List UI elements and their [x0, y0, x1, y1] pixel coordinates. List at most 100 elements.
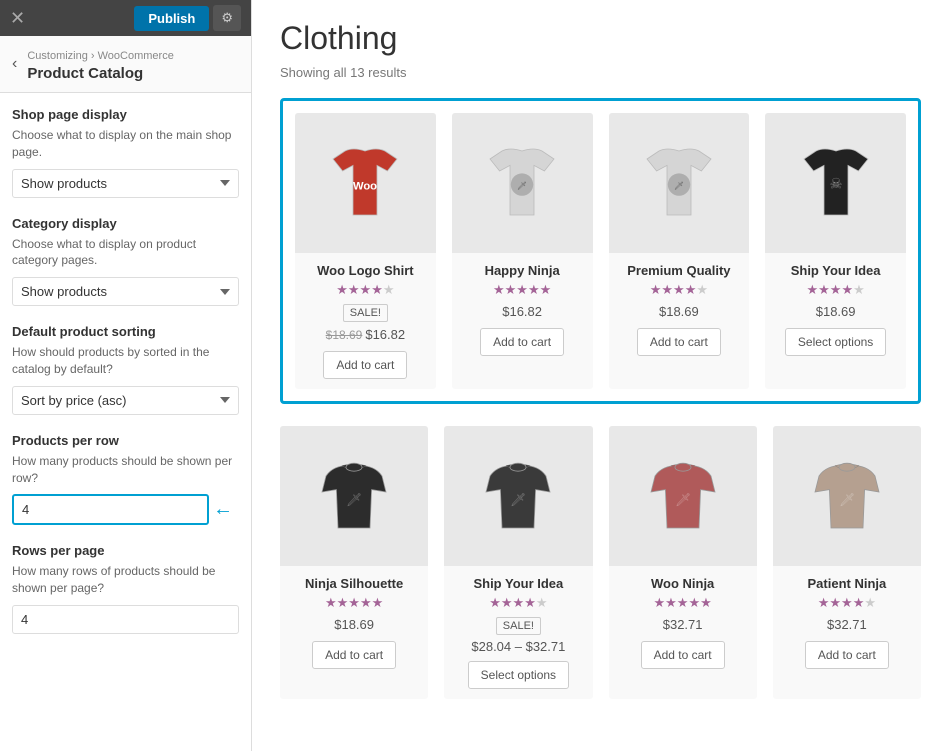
svg-text:🗡: 🗡 — [839, 492, 855, 507]
showing-results-text: Showing all 13 results — [280, 65, 921, 80]
product-image: 🗡 — [452, 113, 593, 253]
default-sorting-section: Default product sorting How should produ… — [12, 324, 239, 415]
product-stars: ★★★★★ — [773, 282, 898, 298]
product-stars: ★★★★★ — [303, 282, 428, 298]
product-name: Ship Your Idea — [452, 576, 584, 591]
category-display-select[interactable]: Show products Show categories Show categ… — [12, 277, 239, 306]
svg-text:🗡: 🗡 — [674, 182, 684, 191]
product-grid-highlight: Woo Woo Logo Shirt ★★★★★ SALE! $18.69$16… — [280, 98, 921, 404]
product-info: Woo Ninja ★★★★★ $32.71 Add to cart — [609, 566, 757, 679]
product-image: 🗡 — [773, 426, 921, 566]
product-name: Premium Quality — [617, 263, 742, 278]
product-card: Woo Woo Logo Shirt ★★★★★ SALE! $18.69$16… — [295, 113, 436, 389]
product-info: Premium Quality ★★★★★ $18.69 Add to cart — [609, 253, 750, 366]
product-price: $18.69$16.82 — [326, 327, 405, 342]
product-price: $18.69 — [659, 304, 699, 319]
product-price: $32.71 — [663, 617, 703, 632]
product-stars: ★★★★★ — [617, 282, 742, 298]
add-to-cart-button[interactable]: Add to cart — [641, 641, 725, 669]
category-display-desc: Choose what to display on product catego… — [12, 236, 239, 270]
product-card: 🗡 Premium Quality ★★★★★ $18.69 Add to ca… — [609, 113, 750, 389]
product-grid-row2: 🗡 Ninja Silhouette ★★★★★ $18.69 Add to c… — [280, 426, 921, 699]
rows-per-page-title: Rows per page — [12, 543, 239, 558]
product-stars: ★★★★★ — [617, 595, 749, 611]
svg-text:Woo: Woo — [353, 180, 377, 192]
products-per-row-input[interactable] — [12, 494, 209, 525]
svg-text:🗡: 🗡 — [346, 492, 362, 507]
product-price-range: $28.04 – $32.71 — [452, 639, 584, 654]
product-price: $18.69 — [334, 617, 374, 632]
default-sorting-desc: How should products by sorted in the cat… — [12, 344, 239, 378]
add-to-cart-button[interactable]: Add to cart — [312, 641, 396, 669]
breadcrumb-parent: Customizing › WooCommerce — [27, 50, 174, 62]
product-info: Patient Ninja ★★★★★ $32.71 Add to cart — [773, 566, 921, 679]
shop-page-display-desc: Choose what to display on the main shop … — [12, 127, 239, 161]
product-info: Ninja Silhouette ★★★★★ $18.69 Add to car… — [280, 566, 428, 679]
add-to-cart-button[interactable]: Add to cart — [637, 328, 721, 356]
add-to-cart-button[interactable]: Select options — [785, 328, 886, 356]
svg-text:🗡: 🗡 — [517, 182, 527, 191]
add-to-cart-button[interactable]: Add to cart — [323, 351, 407, 379]
rows-per-page-desc: How many rows of products should be show… — [12, 563, 239, 597]
product-stars: ★★★★★ — [781, 595, 913, 611]
product-image: ☠ — [765, 113, 906, 253]
product-image: 🗡 — [444, 426, 592, 566]
product-name: Woo Ninja — [617, 576, 749, 591]
main-content: Clothing Showing all 13 results Woo Woo … — [252, 0, 949, 751]
default-sorting-select[interactable]: Default sorting Sort by popularity Sort … — [12, 386, 239, 415]
products-per-row-desc: How many products should be shown per ro… — [12, 453, 239, 487]
product-image: 🗡 — [609, 113, 750, 253]
shop-page-display-title: Shop page display — [12, 107, 239, 122]
product-card: 🗡 Ship Your Idea ★★★★★ SALE! $28.04 – $3… — [444, 426, 592, 699]
svg-text:🗡: 🗡 — [675, 492, 691, 507]
product-image: 🗡 — [609, 426, 757, 566]
product-name: Patient Ninja — [781, 576, 913, 591]
breadcrumb: ‹ Customizing › WooCommerce Product Cata… — [0, 36, 251, 93]
svg-text:☠: ☠ — [829, 177, 842, 193]
category-display-title: Category display — [12, 216, 239, 231]
rows-per-page-section: Rows per page How many rows of products … — [12, 543, 239, 634]
breadcrumb-title: Product Catalog — [27, 65, 174, 82]
product-price-old: $18.69 — [326, 328, 363, 342]
rows-per-page-input[interactable] — [12, 605, 239, 634]
back-arrow-icon[interactable]: ‹ — [12, 55, 17, 73]
default-sorting-title: Default product sorting — [12, 324, 239, 339]
product-name: Ship Your Idea — [773, 263, 898, 278]
sidebar: ✕ Publish ⚙ ‹ Customizing › WooCommerce … — [0, 0, 252, 751]
product-name: Ninja Silhouette — [288, 576, 420, 591]
topbar-actions: Publish ⚙ — [134, 5, 241, 31]
product-card: 🗡 Ninja Silhouette ★★★★★ $18.69 Add to c… — [280, 426, 428, 699]
product-stars: ★★★★★ — [460, 282, 585, 298]
product-price: $32.71 — [827, 617, 867, 632]
shop-page-display-select[interactable]: Show products Show categories Show categ… — [12, 169, 239, 198]
arrow-indicator-icon: ← — [213, 498, 233, 521]
products-per-row-section: Products per row How many products shoul… — [12, 433, 239, 526]
product-info: Woo Logo Shirt ★★★★★ SALE! $18.69$16.82 … — [295, 253, 436, 389]
shop-page-display-section: Shop page display Choose what to display… — [12, 107, 239, 198]
sidebar-content: Shop page display Choose what to display… — [0, 93, 251, 751]
add-to-cart-button[interactable]: Add to cart — [480, 328, 564, 356]
product-name: Happy Ninja — [460, 263, 585, 278]
product-card: 🗡 Happy Ninja ★★★★★ $16.82 Add to cart — [452, 113, 593, 389]
product-image: Woo — [295, 113, 436, 253]
sale-badge: SALE! — [343, 304, 388, 322]
product-info: Ship Your Idea ★★★★★ $18.69 Select optio… — [765, 253, 906, 366]
product-info: Happy Ninja ★★★★★ $16.82 Add to cart — [452, 253, 593, 366]
product-card: ☠ Ship Your Idea ★★★★★ $18.69 Select opt… — [765, 113, 906, 389]
product-price: $18.69 — [816, 304, 856, 319]
publish-button[interactable]: Publish — [134, 6, 209, 31]
gear-button[interactable]: ⚙ — [213, 5, 241, 31]
add-to-cart-button[interactable]: Add to cart — [805, 641, 889, 669]
add-to-cart-button[interactable]: Select options — [468, 661, 569, 689]
product-price: $16.82 — [502, 304, 542, 319]
close-button[interactable]: ✕ — [10, 9, 25, 27]
page-title: Clothing — [280, 20, 921, 57]
sale-badge: SALE! — [496, 617, 541, 635]
product-info: Ship Your Idea ★★★★★ SALE! $28.04 – $32.… — [444, 566, 592, 699]
product-stars: ★★★★★ — [288, 595, 420, 611]
product-grid-row1: Woo Woo Logo Shirt ★★★★★ SALE! $18.69$16… — [295, 113, 906, 389]
products-per-row-input-row: ← — [12, 494, 239, 525]
svg-text:🗡: 🗡 — [510, 492, 526, 507]
products-per-row-title: Products per row — [12, 433, 239, 448]
product-image: 🗡 — [280, 426, 428, 566]
